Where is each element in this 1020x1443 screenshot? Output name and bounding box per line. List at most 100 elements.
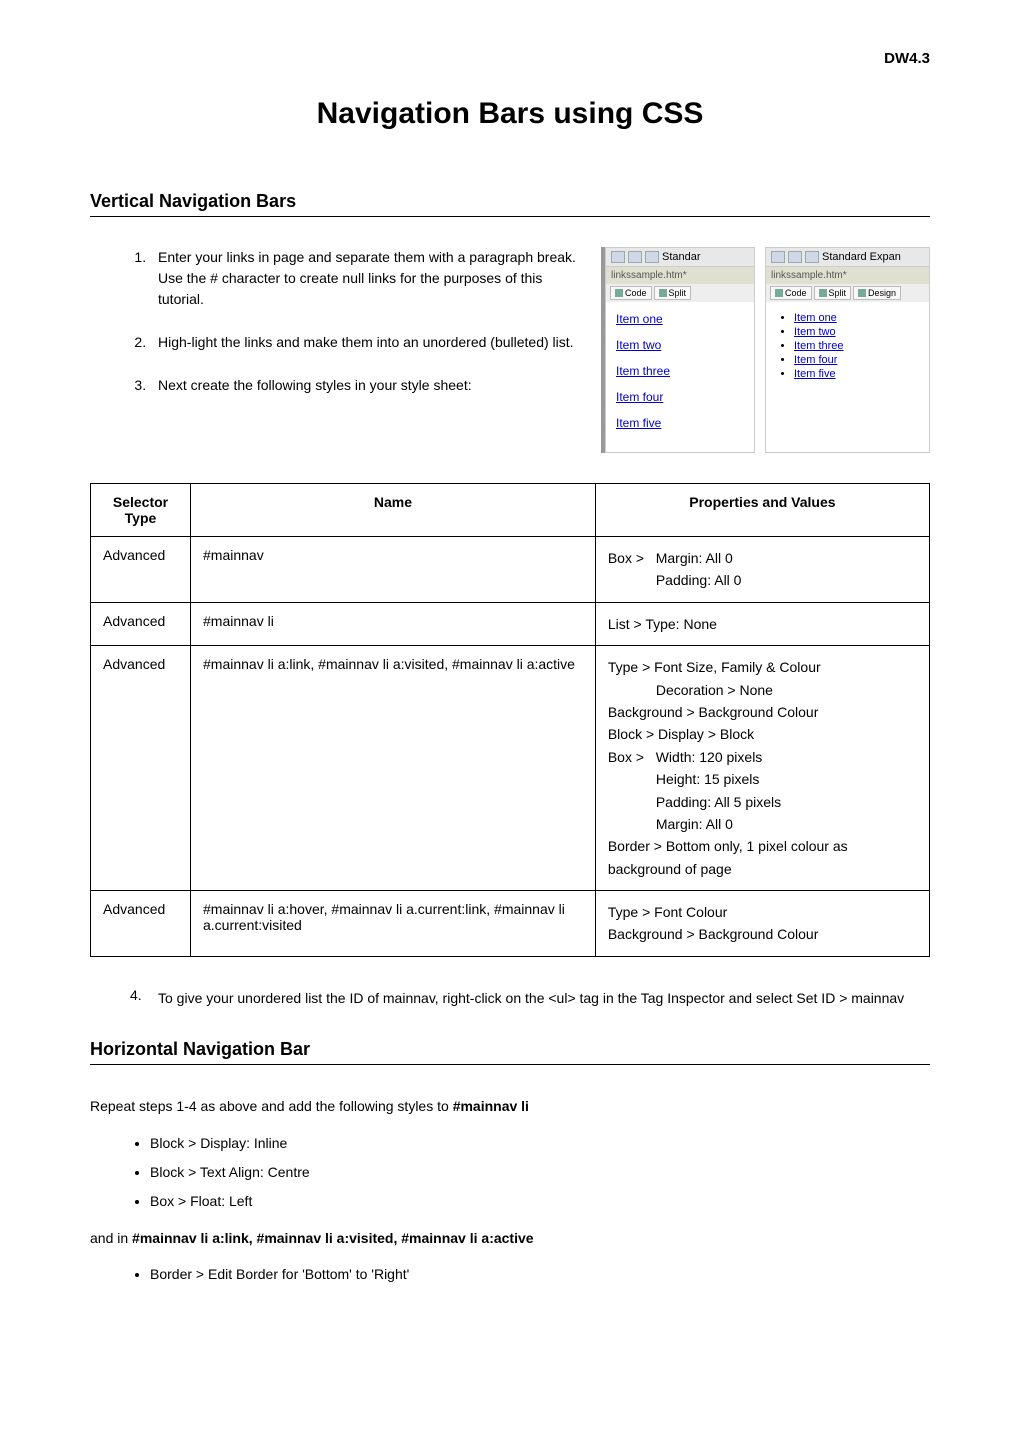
- horizontal-intro: Repeat steps 1-4 as above and add the fo…: [90, 1095, 930, 1117]
- layout-icon: [645, 251, 659, 263]
- btn-label: Code: [625, 288, 647, 298]
- sample-link: Item one: [794, 312, 837, 324]
- doc-header-code: DW4.3: [90, 50, 930, 67]
- sample-link: Item four: [616, 390, 744, 404]
- code-view-button: Code: [610, 286, 652, 300]
- sample-link: Item five: [616, 416, 744, 430]
- mock-content: Item one Item two Item three Item four I…: [766, 302, 929, 452]
- design-view-button: Design: [853, 286, 901, 300]
- code-icon: [615, 289, 623, 297]
- mock-tab: linkssample.htm*: [766, 267, 929, 284]
- mock-tab: linkssample.htm*: [606, 267, 754, 284]
- step-item: Enter your links in page and separate th…: [150, 247, 581, 310]
- prop-line: Margin: All 0: [608, 813, 917, 835]
- prop-line: Border > Bottom only, 1 pixel colour as …: [608, 838, 848, 876]
- mock-content: Item one Item two Item three Item four I…: [606, 302, 754, 452]
- mock-toolbar: Standar: [606, 248, 754, 267]
- split-view-button: Split: [654, 286, 692, 300]
- intro-bold: #mainnav li: [453, 1098, 529, 1114]
- step-item: High-light the links and make them into …: [150, 332, 581, 353]
- table-row: Advanced #mainnav li a:link, #mainnav li…: [91, 646, 930, 891]
- list-item: Border > Edit Border for 'Bottom' to 'Ri…: [150, 1264, 930, 1285]
- toolbar-label: Expan: [870, 251, 901, 263]
- toolbar-label: Standard: [822, 251, 867, 263]
- section-heading-vertical: Vertical Navigation Bars: [90, 191, 930, 217]
- intro-text: Repeat steps 1-4 as above and add the fo…: [90, 1098, 453, 1114]
- step-number: 4.: [130, 987, 158, 1009]
- layout-icon: [611, 251, 625, 263]
- prop-line: Box > Margin: All 0: [608, 550, 733, 566]
- cell-selector-type: Advanced: [91, 646, 191, 891]
- cell-selector-type: Advanced: [91, 602, 191, 645]
- btn-label: Split: [829, 288, 847, 298]
- cell-name: #mainnav: [191, 537, 596, 603]
- prop-line: Background > Background Colour: [608, 704, 819, 720]
- intro-row: Enter your links in page and separate th…: [90, 247, 930, 453]
- prop-line: Block > Display > Block: [608, 726, 754, 742]
- mock-view-bar: Code Split: [606, 284, 754, 302]
- col-selector-type: Selector Type: [91, 484, 191, 537]
- prop-line: Decoration > None: [608, 679, 917, 701]
- split-view-button: Split: [814, 286, 852, 300]
- list-item: Box > Float: Left: [150, 1191, 930, 1212]
- sample-link: Item one: [616, 312, 744, 326]
- prop-line: Padding: All 5 pixels: [608, 791, 917, 813]
- step-4: 4. To give your unordered list the ID of…: [130, 987, 930, 1009]
- sample-link: Item five: [794, 368, 836, 380]
- code-icon: [775, 289, 783, 297]
- layout-icon: [628, 251, 642, 263]
- prop-line: Height: 15 pixels: [608, 768, 917, 790]
- list-item: Item four: [794, 354, 919, 366]
- btn-label: Split: [669, 288, 687, 298]
- steps-column: Enter your links in page and separate th…: [90, 247, 581, 453]
- and-in-text: and in: [90, 1230, 132, 1246]
- mock-toolbar: Standard Expan: [766, 248, 929, 267]
- table-row: Advanced #mainnav Box > Margin: All 0 Pa…: [91, 537, 930, 603]
- step-text: To give your unordered list the ID of ma…: [158, 987, 904, 1009]
- sample-link: Item two: [794, 326, 836, 338]
- layout-icon: [771, 251, 785, 263]
- split-icon: [819, 289, 827, 297]
- sample-link: Item three: [794, 340, 844, 352]
- mock-window-bullet-list: Standard Expan linkssample.htm* Code Spl…: [765, 247, 930, 453]
- table-row: Advanced #mainnav li a:hover, #mainnav l…: [91, 891, 930, 957]
- steps-list: Enter your links in page and separate th…: [90, 247, 581, 396]
- list-item: Block > Display: Inline: [150, 1133, 930, 1154]
- prop-line: Box > Width: 120 pixels: [608, 749, 762, 765]
- col-name: Name: [191, 484, 596, 537]
- list-item: Item three: [794, 340, 919, 352]
- col-props: Properties and Values: [595, 484, 929, 537]
- section-heading-horizontal: Horizontal Navigation Bar: [90, 1039, 930, 1065]
- prop-line: Type > Font Size, Family & Colour: [608, 659, 821, 675]
- cell-name: #mainnav li: [191, 602, 596, 645]
- prop-line: Background > Background Colour: [608, 926, 819, 942]
- toolbar-label: Standar: [662, 251, 701, 263]
- prop-line: Type > Font Colour: [608, 904, 727, 920]
- sample-link: Item three: [616, 364, 744, 378]
- step-item: Next create the following styles in your…: [150, 375, 581, 396]
- cell-props: Type > Font Size, Family & Colour Decora…: [595, 646, 929, 891]
- cell-selector-type: Advanced: [91, 891, 191, 957]
- cell-props: Type > Font Colour Background > Backgrou…: [595, 891, 929, 957]
- step4-wrapper: 4. To give your unordered list the ID of…: [90, 987, 930, 1009]
- layout-icon: [788, 251, 802, 263]
- css-properties-table: Selector Type Name Properties and Values…: [90, 483, 930, 957]
- mock-view-bar: Code Split Design: [766, 284, 929, 302]
- list-item: Block > Text Align: Centre: [150, 1162, 930, 1183]
- btn-label: Code: [785, 288, 807, 298]
- split-icon: [659, 289, 667, 297]
- page-title: Navigation Bars using CSS: [90, 97, 930, 131]
- list-item: Item five: [794, 368, 919, 380]
- list-item: Item one: [794, 312, 919, 324]
- layout-icon: [805, 251, 819, 263]
- cell-name: #mainnav li a:link, #mainnav li a:visite…: [191, 646, 596, 891]
- and-in-bold: #mainnav li a:link, #mainnav li a:visite…: [132, 1230, 534, 1246]
- table-header-row: Selector Type Name Properties and Values: [91, 484, 930, 537]
- and-in-line: and in #mainnav li a:link, #mainnav li a…: [90, 1227, 930, 1249]
- screenshot-panel: Standar linkssample.htm* Code Split Item…: [601, 247, 930, 453]
- sample-link: Item two: [616, 338, 744, 352]
- sample-bullet-list: Item one Item two Item three Item four I…: [776, 312, 919, 380]
- prop-line: Padding: All 0: [608, 569, 917, 591]
- cell-props: List > Type: None: [595, 602, 929, 645]
- horizontal-bullets-2: Border > Edit Border for 'Bottom' to 'Ri…: [90, 1264, 930, 1285]
